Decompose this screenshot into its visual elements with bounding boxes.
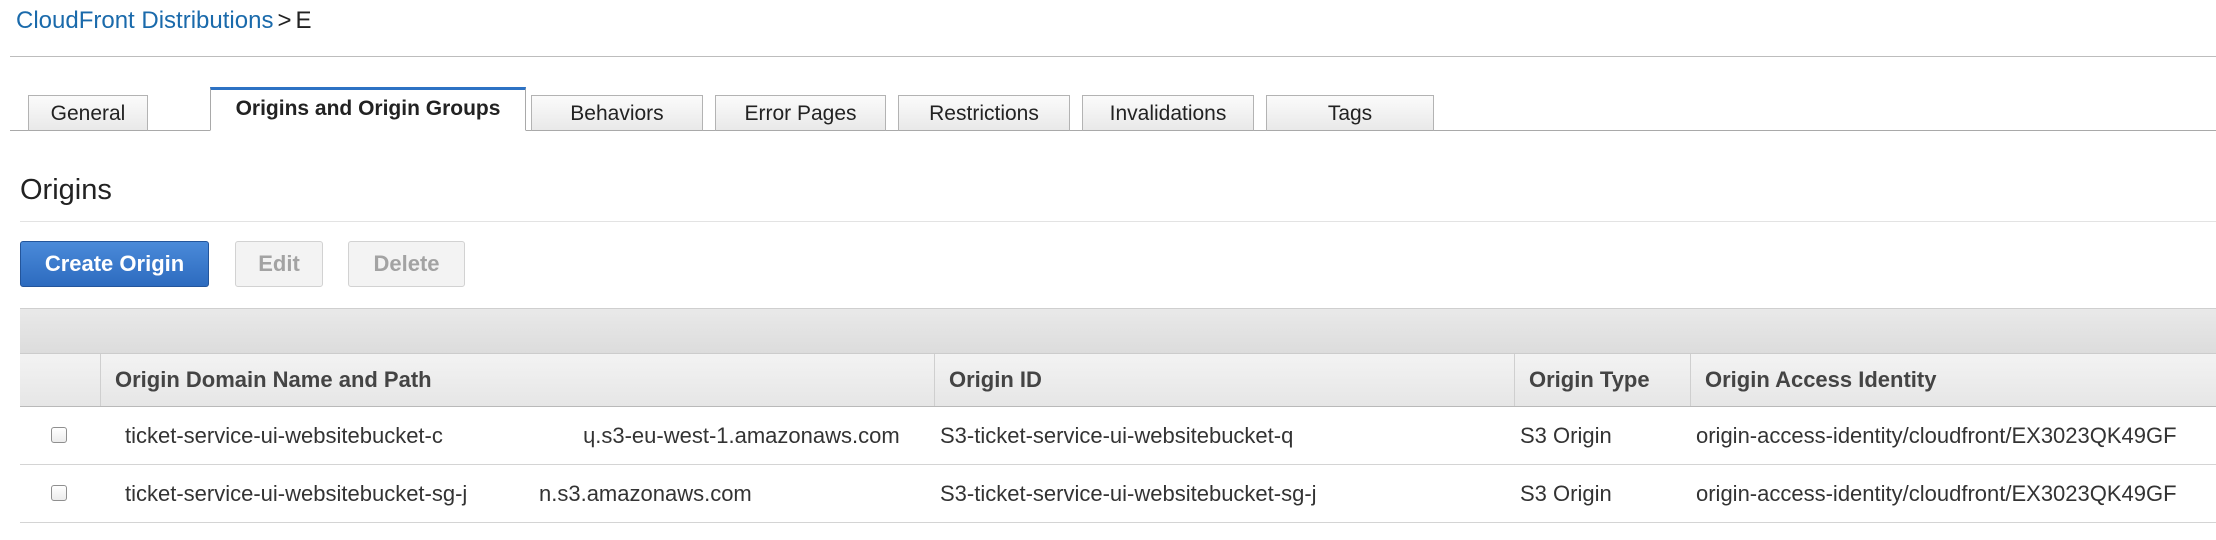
table-row[interactable]: ticket-service-ui-websitebucket-sg-j n.s… (20, 465, 2216, 523)
origin-domain-start: ticket-service-ui-websitebucket-c (125, 423, 443, 448)
column-header-origin-type[interactable]: Origin Type (1514, 354, 1690, 406)
section-divider (20, 221, 2216, 222)
origin-access-identity: origin-access-identity/cloudfront/EX3023… (1696, 423, 2177, 448)
tab-restrictions[interactable]: Restrictions (898, 95, 1070, 131)
breadcrumb-current: E (295, 7, 312, 34)
column-header-origin-id[interactable]: Origin ID (934, 354, 1514, 406)
tab-behaviors[interactable]: Behaviors (531, 95, 703, 131)
tab-error-pages[interactable]: Error Pages (715, 95, 886, 131)
column-header-origin-access-identity[interactable]: Origin Access Identity (1690, 354, 2216, 406)
tab-general[interactable]: General (28, 95, 148, 131)
row-select-checkbox[interactable] (51, 427, 67, 443)
origin-domain-start: ticket-service-ui-websitebucket-sg-j (125, 481, 468, 506)
tab-bar: General Origins and Origin Groups Behavi… (10, 86, 2216, 131)
origin-type: S3 Origin (1520, 423, 1612, 448)
edit-button[interactable]: Edit (235, 241, 323, 287)
table-header: Origin Domain Name and Path Origin ID Or… (20, 353, 2216, 407)
header-divider (10, 56, 2216, 57)
breadcrumb-separator: > (277, 7, 292, 34)
column-header-origin-domain[interactable]: Origin Domain Name and Path (100, 354, 934, 406)
origin-id: S3-ticket-service-ui-websitebucket-q (940, 423, 1294, 448)
origin-access-identity: origin-access-identity/cloudfront/EX3023… (1696, 481, 2177, 506)
tab-tags[interactable]: Tags (1266, 95, 1434, 131)
tab-origins-and-origin-groups[interactable]: Origins and Origin Groups (210, 87, 526, 131)
delete-button[interactable]: Delete (348, 241, 465, 287)
table-row[interactable]: ticket-service-ui-websitebucket-c ɥ.s3-e… (20, 407, 2216, 465)
breadcrumb: CloudFront Distributions > E (16, 6, 311, 36)
table-toolbar (20, 308, 2216, 354)
origin-domain-end: n.s3.amazonaws.com (539, 481, 752, 506)
create-origin-button[interactable]: Create Origin (20, 241, 209, 287)
section-title-origins: Origins (20, 174, 112, 206)
cloudfront-distribution-page: CloudFront Distributions > E General Origi… (0, 0, 2216, 540)
breadcrumb-link-distributions[interactable]: CloudFront Distributions (16, 7, 273, 34)
tab-invalidations[interactable]: Invalidations (1082, 95, 1254, 131)
select-column-header (20, 354, 100, 406)
row-select-checkbox[interactable] (51, 485, 67, 501)
origin-domain-end: ɥ.s3-eu-west-1.amazonaws.com (583, 423, 900, 448)
origin-type: S3 Origin (1520, 481, 1612, 506)
origin-id: S3-ticket-service-ui-websitebucket-sg-j (940, 481, 1317, 506)
